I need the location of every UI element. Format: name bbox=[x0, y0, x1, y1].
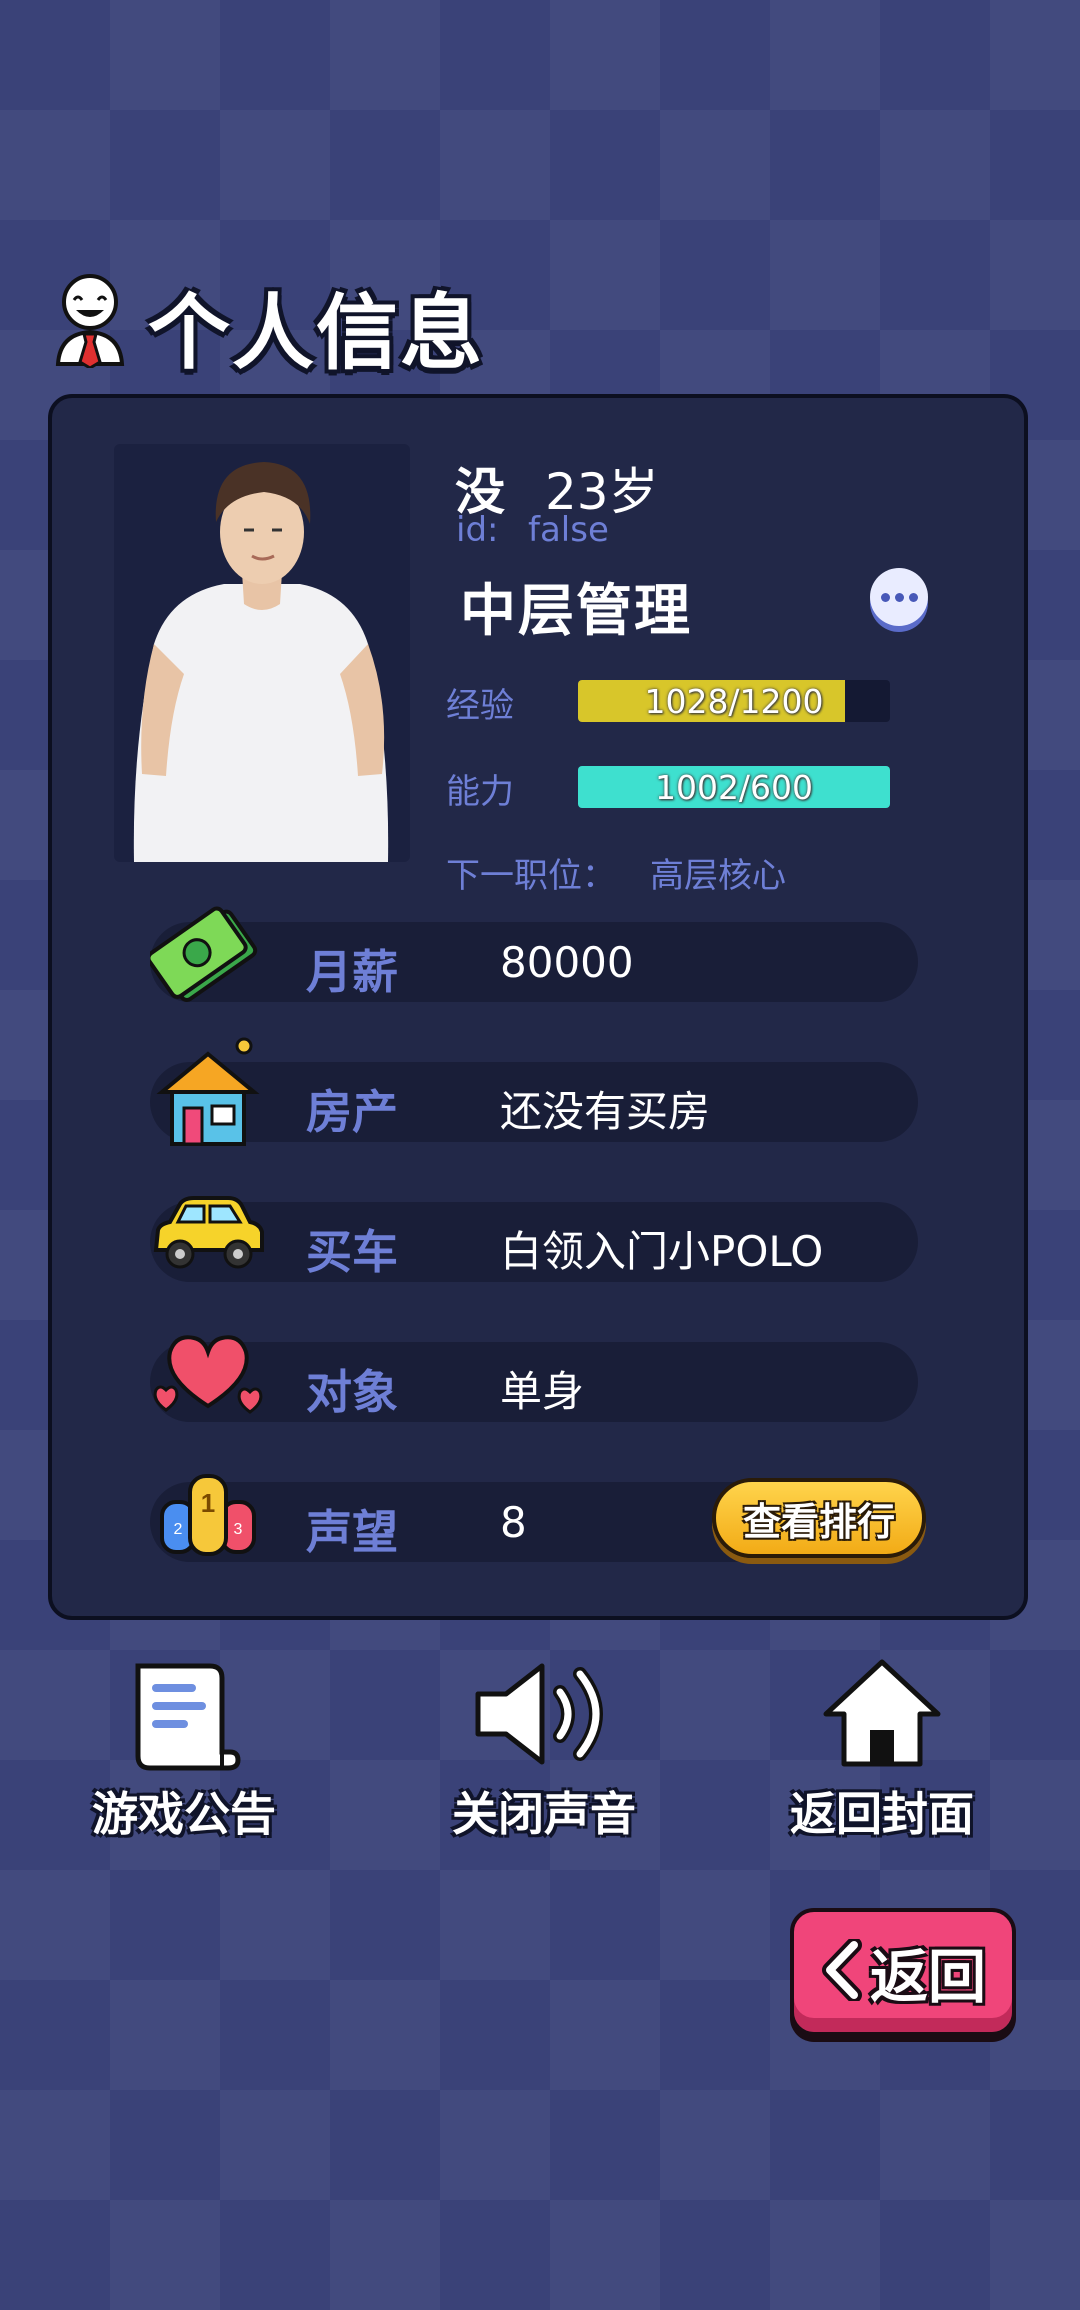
id-label: id: bbox=[456, 510, 499, 550]
back-button[interactable]: 返回 bbox=[790, 1908, 1016, 2036]
speaker-icon bbox=[470, 1658, 620, 1774]
salary-value: 80000 bbox=[500, 938, 634, 987]
money-icon bbox=[146, 900, 262, 1014]
house-icon bbox=[156, 1036, 260, 1156]
view-ranking-button[interactable]: 查看排行 bbox=[712, 1478, 926, 1558]
avatar bbox=[114, 444, 410, 862]
medal-icon: 1 2 3 bbox=[158, 1468, 258, 1564]
ability-label: 能力 bbox=[446, 772, 514, 812]
home-icon bbox=[820, 1656, 944, 1776]
exp-label: 经验 bbox=[446, 686, 514, 726]
next-position-value: 高层核心 bbox=[650, 856, 786, 896]
exp-bar: 1028/1200 bbox=[578, 680, 890, 722]
salary-label: 月薪 bbox=[306, 945, 398, 999]
svg-text:3: 3 bbox=[234, 1521, 243, 1538]
mute-sound-button[interactable]: 关闭声音 bbox=[394, 1656, 694, 1856]
heart-icon bbox=[150, 1330, 266, 1420]
mute-sound-label: 关闭声音 bbox=[452, 1787, 636, 1841]
ability-value: 1002/600 bbox=[654, 767, 814, 807]
chevron-left-icon bbox=[820, 1937, 864, 2005]
partner-label: 对象 bbox=[306, 1365, 398, 1419]
svg-text:1: 1 bbox=[201, 1488, 215, 1518]
exp-value: 1028/1200 bbox=[644, 681, 824, 721]
page-title: 个人信息 bbox=[148, 286, 485, 381]
game-notice-button[interactable]: 游戏公告 bbox=[34, 1656, 334, 1856]
more-icon[interactable] bbox=[870, 568, 928, 626]
car-label: 买车 bbox=[306, 1225, 398, 1279]
notice-icon bbox=[122, 1656, 246, 1776]
game-notice-label: 游戏公告 bbox=[92, 1787, 276, 1841]
businessman-icon bbox=[52, 272, 128, 370]
ability-bar: 1002/600 bbox=[578, 766, 890, 808]
car-value: 白领入门小POLO bbox=[500, 1227, 824, 1276]
id-value: false bbox=[528, 510, 609, 550]
job-position: 中层管理 bbox=[460, 579, 692, 644]
back-button-label: 返回 bbox=[869, 1943, 986, 2011]
return-cover-button[interactable]: 返回封面 bbox=[732, 1656, 1032, 1856]
reputation-value: 8 bbox=[500, 1498, 527, 1547]
reputation-label: 声望 bbox=[306, 1505, 398, 1559]
return-cover-label: 返回封面 bbox=[790, 1787, 974, 1841]
car-icon bbox=[150, 1192, 266, 1278]
svg-text:2: 2 bbox=[174, 1521, 183, 1538]
partner-value: 单身 bbox=[500, 1367, 585, 1416]
next-position-label: 下一职位： bbox=[446, 856, 616, 896]
house-label: 房产 bbox=[306, 1085, 398, 1139]
house-value: 还没有买房 bbox=[500, 1087, 711, 1136]
